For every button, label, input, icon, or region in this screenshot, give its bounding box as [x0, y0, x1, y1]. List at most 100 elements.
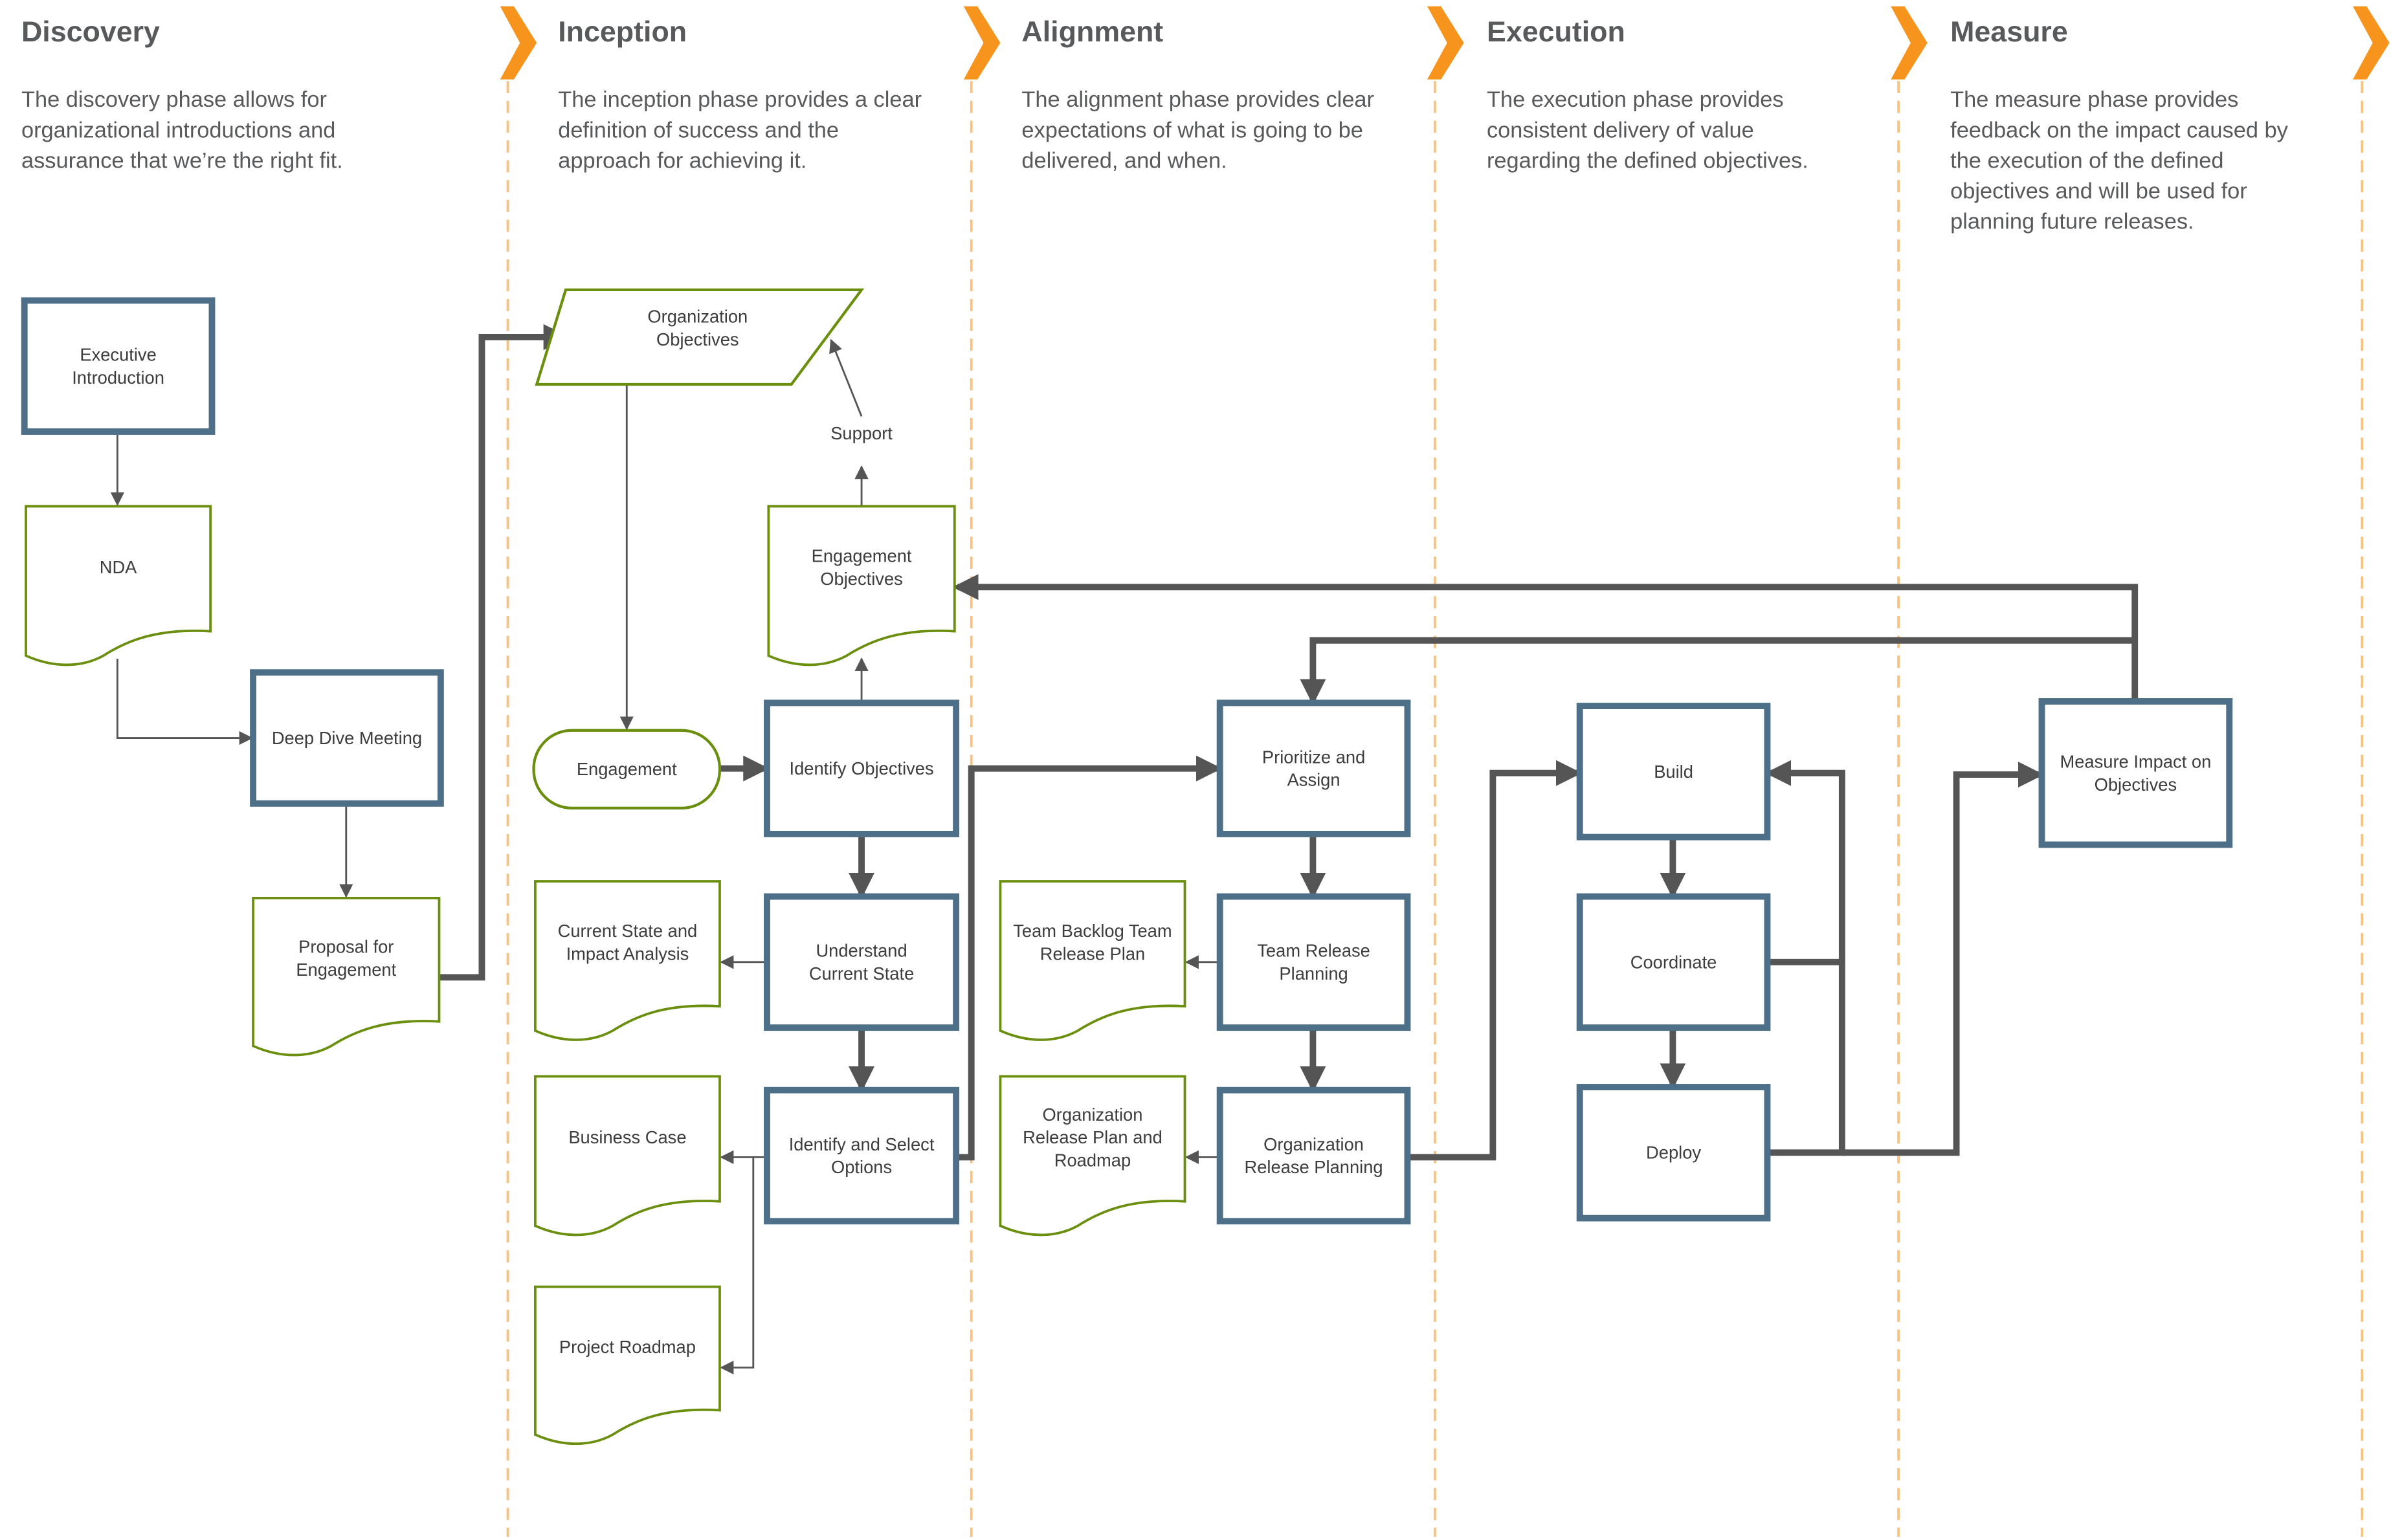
document-shape — [534, 1075, 721, 1237]
description-line: consistent delivery of value — [1487, 118, 1754, 142]
label-line: Engagement — [577, 759, 677, 779]
identify-objectives-process[interactable]: Identify Objectives — [764, 699, 960, 837]
process-flow-diagram: Discovery The discovery phase allows for o… — [21, 6, 2390, 1537]
node-label: NDA — [100, 557, 137, 577]
label-line: NDA — [100, 557, 137, 577]
connector-options-to-project-roadmap — [720, 1157, 755, 1375]
description-line: The execution phase provides — [1487, 87, 1784, 112]
phase-chevron-icon — [1427, 6, 1464, 80]
phase-title: Discovery — [21, 16, 160, 48]
label-line: Engagement — [296, 960, 396, 980]
node-label: Identify Objectives — [789, 758, 933, 778]
label-line: Identify Objectives — [789, 758, 933, 778]
label-line: Project Roadmap — [559, 1337, 696, 1357]
label-line: Assign — [1287, 770, 1340, 790]
description-line: assurance that we’re the right fit. — [21, 148, 343, 173]
node-label: Project Roadmap — [559, 1337, 696, 1357]
phase-title: Inception — [558, 16, 687, 48]
phase-description: The alignment phase provides clear expect… — [1021, 87, 1374, 173]
process-box — [764, 1086, 960, 1225]
process-box — [1216, 893, 1411, 1031]
label-line: Engagement — [812, 545, 912, 566]
description-line: objectives and will be used for — [1950, 179, 2247, 204]
description-line: The inception phase provides a clear — [558, 87, 922, 112]
phase-title: Alignment — [1021, 16, 1163, 48]
org-release-planning-process[interactable]: Organization Release Planning — [1216, 1086, 1411, 1225]
build-process[interactable]: Build — [1576, 703, 1771, 841]
phase-title: Measure — [1950, 16, 2068, 48]
phase-description: The measure phase provides feedback on th… — [1950, 87, 2288, 234]
deploy-process[interactable]: Deploy — [1576, 1084, 1771, 1222]
description-line: definition of success and the — [558, 118, 839, 142]
connector-measure-to-prioritize — [1300, 637, 2135, 705]
node-label: Deep Dive Meeting — [272, 728, 422, 748]
phase-description: The discovery phase allows for organizati… — [21, 87, 343, 173]
exec-intro-process[interactable]: Executive Introduction — [21, 297, 216, 435]
connector-support-to-org-objectives — [829, 338, 863, 417]
phase-description: The inception phase provides a clear defi… — [558, 87, 922, 173]
phase-chevron-icon — [1891, 6, 1928, 80]
label-line: Organization — [647, 307, 748, 327]
label-line: Build — [1654, 762, 1693, 782]
engagement-terminator[interactable]: Engagement — [532, 729, 722, 810]
connector-deploy-to-measure — [1841, 762, 2044, 1156]
label-line: Deep Dive Meeting — [272, 728, 422, 748]
label-line: Current State — [809, 963, 914, 984]
connector-nda-to-deep-dive — [116, 659, 253, 745]
process-box — [2038, 698, 2233, 848]
process-box — [764, 893, 960, 1031]
label-line: Impact Analysis — [566, 943, 689, 963]
node-label: Build — [1654, 762, 1693, 782]
label-line: Deploy — [1646, 1143, 1701, 1163]
phase-title: Execution — [1487, 16, 1625, 48]
node-label: Coordinate — [1630, 952, 1717, 972]
label-line: Understand — [816, 941, 907, 961]
support-connector-label: Support — [830, 423, 893, 443]
label-line: Current State and — [558, 921, 698, 941]
prioritize-process[interactable]: Prioritize and Assign — [1216, 699, 1411, 837]
project-roadmap-document[interactable]: Project Roadmap — [534, 1285, 721, 1446]
label-line: Organization — [1043, 1105, 1143, 1125]
engagement-objectives-document[interactable]: Engagement Objectives — [767, 505, 956, 666]
description-line: the execution of the defined — [1950, 148, 2223, 173]
label-line: Identify and Select — [789, 1134, 935, 1154]
label-line: Objectives — [2095, 775, 2177, 795]
measure-impact-process[interactable]: Measure Impact on Objectives — [2038, 698, 2233, 848]
deep-dive-process[interactable]: Deep Dive Meeting — [250, 669, 444, 807]
connectors — [110, 324, 2139, 1375]
label-line: Organization — [1263, 1134, 1364, 1154]
process-box — [1216, 1086, 1411, 1225]
label-line: Coordinate — [1630, 952, 1717, 972]
description-line: delivered, and when. — [1021, 148, 1227, 173]
description-line: The alignment phase provides clear — [1021, 87, 1374, 112]
description-line: planning future releases. — [1950, 210, 2194, 234]
proposal-document[interactable]: Proposal for Engagement — [252, 897, 441, 1057]
description-line: feedback on the impact caused by — [1950, 118, 2288, 142]
connector-measure-to-engagement-objectives — [952, 574, 2139, 701]
node-label: Engagement — [577, 759, 677, 779]
team-backlog-doc-document[interactable]: Team Backlog Team Release Plan — [999, 880, 1186, 1041]
description-line: approach for achieving it. — [558, 148, 806, 173]
process-box — [21, 297, 216, 435]
phase-description: The execution phase provides consistent d… — [1487, 87, 1808, 173]
description-line: regarding the defined objectives. — [1487, 148, 1808, 173]
label-line: Planning — [1279, 963, 1348, 984]
label-line: Team Release — [1257, 941, 1370, 961]
org-release-doc-document[interactable]: Organization Release Plan and Roadmap — [999, 1075, 1186, 1237]
node-label: Deploy — [1646, 1143, 1701, 1163]
business-case-document[interactable]: Business Case — [534, 1075, 721, 1237]
label-line: Release Plan and — [1023, 1127, 1162, 1147]
label-line: Release Planning — [1245, 1157, 1383, 1177]
understand-state-process[interactable]: Understand Current State — [764, 893, 960, 1031]
description-line: expectations of what is going to be — [1021, 118, 1362, 142]
nda-document[interactable]: NDA — [25, 505, 212, 666]
document-shape — [25, 505, 212, 666]
org-objectives-data[interactable]: Organization Objectives — [535, 288, 865, 386]
coordinate-process[interactable]: Coordinate — [1576, 893, 1771, 1031]
identify-options-process[interactable]: Identify and Select Options — [764, 1086, 960, 1225]
label-line: Options — [831, 1157, 892, 1177]
process-box — [1216, 699, 1411, 837]
current-state-doc-document[interactable]: Current State and Impact Analysis — [534, 880, 721, 1041]
label-line: Measure Impact on — [2060, 751, 2211, 771]
team-release-planning-process[interactable]: Team Release Planning — [1216, 893, 1411, 1031]
